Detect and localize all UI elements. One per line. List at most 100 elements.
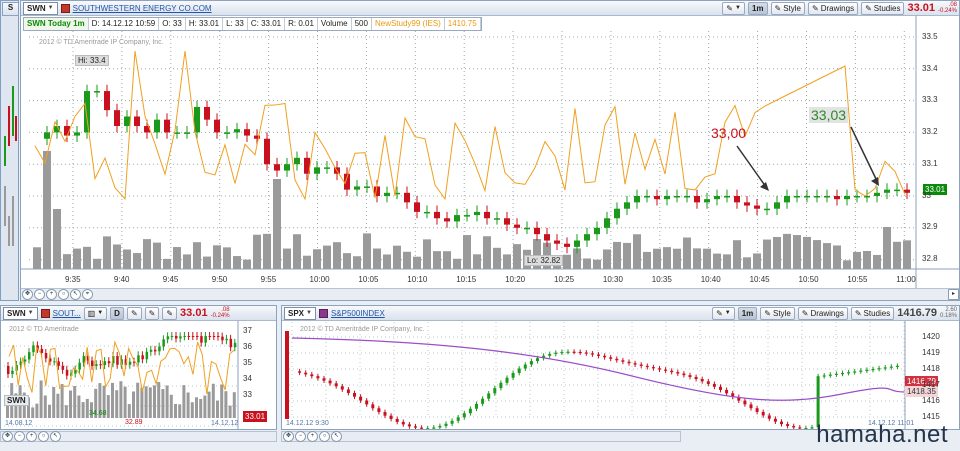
zoom-out-icon[interactable]: − [295, 431, 306, 442]
volume-bar [123, 249, 131, 269]
candle-body [444, 423, 448, 426]
main-y-tick: 33.3 [922, 95, 938, 105]
candle-body [904, 189, 910, 193]
bottom-left-y-tick: 36 [243, 342, 252, 351]
volume-bar [683, 237, 691, 269]
bottom-left-small-label-2: 32.89 [125, 419, 143, 426]
candle-body [11, 370, 14, 375]
volume-bar [673, 248, 681, 269]
move-icon[interactable]: ✥ [22, 289, 33, 300]
bottom-right-y-tick: 1417 [922, 380, 940, 389]
watermark-text: hamaha.net [816, 421, 948, 448]
volume-bar [157, 381, 161, 418]
candle-body [504, 218, 510, 225]
volume-bar [253, 234, 261, 269]
volume-bar [48, 404, 51, 418]
crosshair-icon[interactable]: ⌖ [82, 289, 93, 300]
volume-bar [793, 235, 801, 269]
candle-body [780, 421, 783, 425]
candle-body [78, 362, 81, 370]
candle-body [353, 392, 356, 397]
candle-body [95, 364, 98, 366]
candle-body [191, 336, 195, 337]
candle-body [645, 365, 649, 368]
candle-body [590, 353, 594, 355]
main-chart-canvas[interactable] [21, 1, 960, 301]
candle-body [694, 376, 698, 380]
candle-body [204, 106, 210, 120]
volume-bar [283, 248, 291, 269]
candle-body [74, 132, 80, 136]
zoom-in-icon[interactable]: + [46, 289, 57, 300]
bottom-right-y-tick: 1415 [922, 412, 940, 421]
volume-bar [493, 247, 501, 269]
volume-bar [823, 243, 831, 269]
annotation-arrow-2 [850, 126, 878, 182]
zoom-reset-icon[interactable]: ○ [58, 289, 69, 300]
candle-body [564, 243, 570, 247]
volume-bar [31, 407, 35, 418]
volume-bar [433, 251, 441, 269]
volume-bar [633, 234, 641, 269]
zoom-reset-icon[interactable]: ○ [38, 431, 49, 442]
move-icon[interactable]: ✥ [283, 431, 294, 442]
candle-body [774, 202, 780, 209]
candle-body [487, 393, 491, 399]
candle-body [664, 369, 668, 371]
main-y-tick: 33.2 [922, 127, 938, 137]
bottom-right-chart-panel[interactable]: SPX ▼ S&P500INDEX ✎ ▼ 1m ✎ Style ✎ Drawings … [281, 305, 960, 430]
candle-body [104, 91, 110, 111]
left-chart-strip[interactable]: S [0, 0, 19, 301]
volume-bar [383, 254, 391, 269]
zoom-reset-icon[interactable]: ○ [319, 431, 330, 442]
candle-body [744, 202, 750, 206]
move-icon[interactable]: ✥ [2, 431, 13, 442]
bottom-right-x-start: 14.12.12 9:30 [286, 420, 329, 427]
cursor-icon[interactable]: ↖ [70, 289, 81, 300]
volume-bar [883, 227, 891, 269]
bottom-left-sub-symbol[interactable]: SWN [4, 395, 29, 406]
candle-body [658, 368, 661, 370]
candle-body [377, 408, 381, 413]
candle-body [164, 119, 170, 133]
cursor-icon[interactable]: ↖ [50, 431, 61, 442]
volume-bar [363, 233, 371, 269]
bottom-right-y-tick: 1420 [922, 332, 940, 341]
volume-bar [833, 245, 841, 269]
volume-bar [663, 247, 671, 269]
candle-body [137, 355, 140, 363]
candle-body [284, 164, 290, 171]
candle-body [554, 240, 560, 244]
cursor-icon[interactable]: ↖ [331, 431, 342, 442]
candle-body [141, 355, 144, 360]
candle-body [116, 356, 119, 365]
bottom-right-chart-canvas[interactable] [282, 306, 960, 430]
zoom-in-icon[interactable]: + [26, 431, 37, 442]
candle-body [810, 427, 814, 429]
volume-bar [224, 391, 228, 418]
zoom-out-icon[interactable]: − [34, 289, 45, 300]
volume-bar [93, 258, 101, 269]
candle-body [424, 211, 430, 214]
candle-body [145, 351, 149, 360]
candle-body [462, 413, 466, 418]
expand-icon[interactable]: ▸ [948, 289, 959, 300]
candle-body [175, 336, 178, 339]
volume-bar [453, 258, 461, 269]
zoom-in-icon[interactable]: + [307, 431, 318, 442]
candle-body [364, 186, 370, 188]
volume-bar [203, 256, 211, 269]
volume-bar [613, 241, 621, 269]
main-x-tick: 9:55 [260, 275, 277, 284]
candle-body [438, 425, 442, 428]
candle-body [574, 240, 580, 247]
left-strip-symbol[interactable]: S [2, 2, 18, 16]
volume-bar [33, 247, 41, 269]
low-label: Lo: 32.82 [524, 255, 564, 266]
main-chart-panel[interactable]: SWN ▼ SOUTHWESTERN ENERGY CO.COM ✎ ▼ 1m ✎ S… [20, 0, 960, 301]
candle-body [794, 196, 800, 198]
zoom-out-icon[interactable]: − [14, 431, 25, 442]
bottom-left-chart-panel[interactable]: SWN ▼ SOUT... ▥ ▼ D ✎ ✎ ✎ 33.01 .08 -0.24% … [0, 305, 277, 430]
bottom-left-chart-canvas[interactable] [1, 306, 277, 430]
bottom-right-y-tick: 1419 [922, 348, 940, 357]
